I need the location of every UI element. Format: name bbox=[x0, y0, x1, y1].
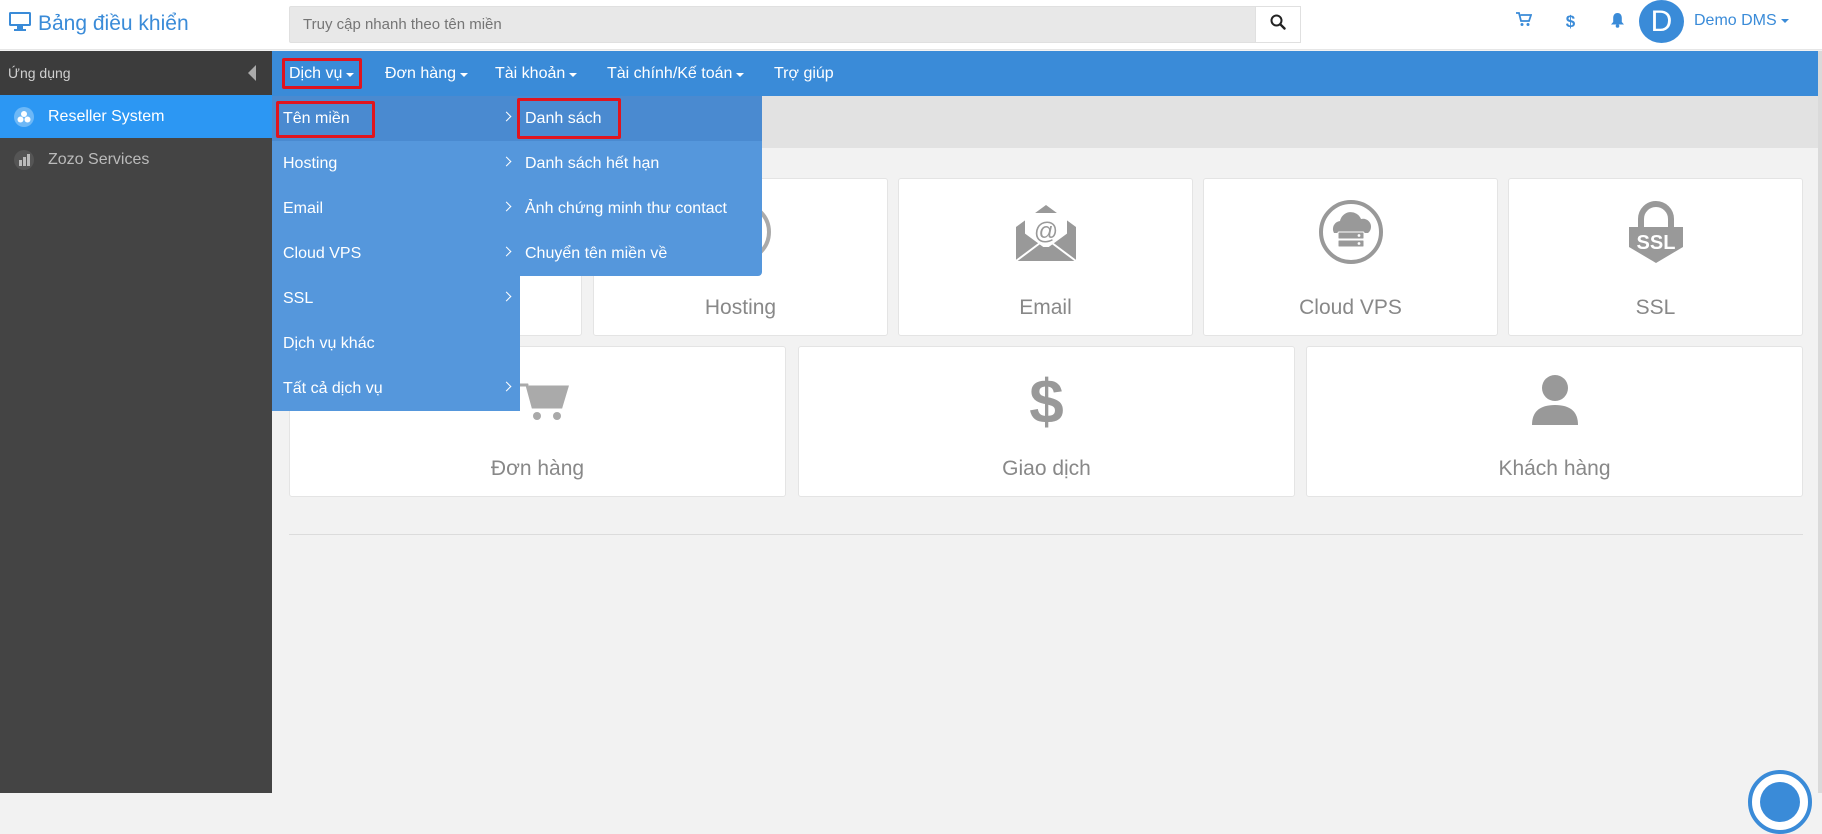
menu-label: Ảnh chứng minh thư contact bbox=[525, 199, 727, 217]
card-label: Cloud VPS bbox=[1299, 296, 1402, 319]
sidebar-header: Ứng dụng bbox=[0, 51, 272, 95]
monitor-icon bbox=[8, 10, 32, 38]
services-dropdown: Tên miền Hosting Email Cloud VPS SSL Dịc… bbox=[272, 96, 520, 411]
ssl-card[interactable]: SSL SSL bbox=[1508, 178, 1803, 336]
nav-label: Trợ giúp bbox=[774, 64, 834, 82]
chevron-down-icon bbox=[569, 72, 578, 77]
menu-label: Chuyển tên miền về bbox=[525, 244, 668, 262]
submenu-item-transfer-domain[interactable]: Chuyển tên miền về bbox=[514, 231, 762, 276]
quick-search bbox=[289, 6, 1301, 43]
card-label: Email bbox=[1019, 296, 1072, 319]
menu-label: Dịch vụ khác bbox=[283, 334, 375, 352]
cart-icon bbox=[1515, 12, 1532, 32]
menu-label: SSL bbox=[283, 289, 314, 307]
user-menu[interactable]: Demo DMS bbox=[1694, 12, 1789, 30]
search-input[interactable] bbox=[289, 6, 1256, 43]
highlight-box bbox=[517, 98, 621, 139]
nav-finance[interactable]: Tài chính/Kế toán bbox=[607, 51, 745, 96]
sidebar-item-label: Reseller System bbox=[48, 107, 165, 125]
dashboard-link[interactable]: Bảng điều khiển bbox=[8, 10, 189, 38]
card-label: Hosting bbox=[704, 296, 777, 319]
chevron-right-icon bbox=[501, 381, 512, 392]
dollar-icon: $ bbox=[1565, 12, 1576, 31]
chat-icon bbox=[1760, 782, 1800, 822]
main-nav: Dịch vụ Đơn hàng Tài khoản Tài chính/Kế … bbox=[272, 51, 1822, 96]
avatar[interactable]: D bbox=[1639, 0, 1684, 43]
menu-item-all-services[interactable]: Tất cả dịch vụ bbox=[272, 366, 520, 411]
email-card[interactable]: @ Email bbox=[898, 178, 1193, 336]
menu-label: Danh sách hết hạn bbox=[525, 154, 660, 172]
nav-orders[interactable]: Đơn hàng bbox=[385, 51, 468, 96]
menu-item-cloud-vps[interactable]: Cloud VPS bbox=[272, 231, 520, 276]
sidebar-item-reseller-system[interactable]: Reseller System bbox=[0, 95, 272, 138]
sidebar: Ứng dụng Reseller System Zozo Services bbox=[0, 51, 272, 793]
card-label: Đơn hàng bbox=[490, 457, 585, 480]
chevron-right-icon bbox=[501, 246, 512, 257]
highlight-box bbox=[282, 58, 362, 89]
chevron-right-icon bbox=[501, 201, 512, 212]
nav-account[interactable]: Tài khoản bbox=[495, 51, 578, 96]
scrollbar[interactable] bbox=[1818, 51, 1822, 793]
nav-label: Đơn hàng bbox=[385, 64, 456, 82]
collapse-sidebar-icon[interactable] bbox=[248, 65, 256, 81]
cloud-vps-card[interactable]: Cloud VPS bbox=[1203, 178, 1498, 336]
submenu-item-contact-id-photo[interactable]: Ảnh chứng minh thư contact bbox=[514, 186, 762, 231]
card-label: Giao dịch bbox=[1002, 457, 1091, 480]
app-title: Bảng điều khiển bbox=[38, 12, 189, 35]
menu-item-email[interactable]: Email bbox=[272, 186, 520, 231]
menu-item-other-services[interactable]: Dịch vụ khác bbox=[272, 321, 520, 366]
nav-label: Tài chính/Kế toán bbox=[607, 64, 733, 82]
sidebar-title: Ứng dụng bbox=[8, 65, 71, 81]
dollar-icon: $ bbox=[1029, 368, 1064, 437]
submenu-item-expired-list[interactable]: Danh sách hết hạn bbox=[514, 141, 762, 186]
menu-item-ssl[interactable]: SSL bbox=[272, 276, 520, 321]
sidebar-item-zozo-services[interactable]: Zozo Services bbox=[0, 138, 272, 181]
menu-item-hosting[interactable]: Hosting bbox=[272, 141, 520, 186]
search-icon bbox=[1270, 14, 1286, 35]
chevron-right-icon bbox=[501, 111, 512, 122]
ssl-lock-icon: SSL bbox=[1509, 199, 1802, 265]
reseller-icon bbox=[0, 106, 48, 128]
search-button[interactable] bbox=[1256, 6, 1301, 43]
menu-label: Hosting bbox=[283, 154, 338, 172]
menu-label: Tất cả dịch vụ bbox=[283, 379, 383, 397]
chevron-down-icon bbox=[459, 72, 468, 77]
chevron-down-icon bbox=[736, 72, 745, 77]
ssl-icon-text: SSL bbox=[1636, 232, 1675, 254]
card-label: SSL bbox=[1635, 296, 1676, 319]
user-name: Demo DMS bbox=[1694, 12, 1777, 29]
email-icon: @ bbox=[899, 199, 1192, 265]
bell-icon bbox=[1610, 12, 1625, 33]
billing-button[interactable]: $ bbox=[1547, 12, 1594, 32]
highlight-box bbox=[276, 101, 375, 138]
chat-button[interactable] bbox=[1748, 770, 1812, 834]
notifications-button[interactable] bbox=[1594, 12, 1641, 33]
nav-label: Tài khoản bbox=[495, 64, 566, 82]
customers-card[interactable]: Khách hàng bbox=[1306, 346, 1803, 497]
cart-button[interactable] bbox=[1500, 12, 1547, 32]
svg-text:@: @ bbox=[1033, 218, 1057, 245]
divider bbox=[289, 534, 1803, 535]
transactions-card[interactable]: $ Giao dịch bbox=[798, 346, 1295, 497]
chevron-down-icon bbox=[1780, 18, 1789, 23]
menu-label: Email bbox=[283, 199, 324, 217]
cloud-server-icon bbox=[1204, 199, 1497, 265]
top-bar: Bảng điều khiển $ D Demo DMS bbox=[0, 0, 1822, 50]
user-icon bbox=[1307, 373, 1802, 425]
chevron-right-icon bbox=[501, 291, 512, 302]
nav-help[interactable]: Trợ giúp bbox=[774, 51, 834, 96]
zozo-icon bbox=[0, 149, 48, 171]
menu-label: Cloud VPS bbox=[283, 244, 362, 262]
sidebar-item-label: Zozo Services bbox=[48, 150, 150, 168]
chevron-right-icon bbox=[501, 156, 512, 167]
card-label: Khách hàng bbox=[1498, 457, 1611, 480]
